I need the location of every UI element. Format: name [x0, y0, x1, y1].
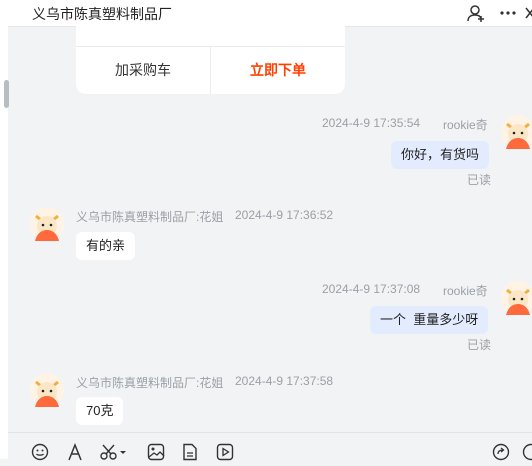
input-toolbar [8, 432, 532, 460]
share-icon[interactable] [492, 443, 510, 461]
add-to-cart-button[interactable]: 加采购车 [76, 47, 211, 94]
seller-avatar[interactable] [30, 207, 64, 241]
emoji-icon[interactable] [31, 443, 49, 461]
user-avatar[interactable] [501, 115, 532, 149]
message-sender: 义乌市陈真塑料制品厂:花姐 [76, 374, 223, 391]
product-card: 加采购车 立即下单 [76, 26, 345, 94]
message-sender: rookie奇 [443, 282, 488, 299]
buy-now-button[interactable]: 立即下单 [211, 47, 345, 94]
video-icon[interactable] [216, 443, 234, 461]
message-time: 2024-4-9 17:35:54 [322, 116, 420, 130]
file-icon[interactable] [181, 443, 199, 461]
message-time: 2024-4-9 17:37:58 [235, 374, 333, 388]
add-contact-icon[interactable] [466, 3, 486, 23]
left-strip [0, 0, 8, 459]
extra-icon[interactable] [522, 443, 532, 461]
message-sender: rookie奇 [443, 116, 488, 133]
read-status: 已读 [467, 336, 491, 353]
more-icon[interactable] [498, 3, 518, 23]
scissors-icon[interactable] [100, 443, 128, 461]
seller-avatar[interactable] [30, 373, 64, 407]
message-bubble: 一个 重量多少呀 [370, 306, 488, 334]
message-sender: 义乌市陈真塑料制品厂:花姐 [76, 208, 223, 225]
message-time: 2024-4-9 17:37:08 [322, 282, 420, 296]
shop-title: 义乌市陈真塑料制品厂 [32, 4, 172, 24]
message-bubble: 你好，有货吗 [391, 141, 489, 169]
message-bubble: 有的亲 [76, 232, 135, 260]
chat-header: 义乌市陈真塑料制品厂 [8, 0, 532, 27]
image-icon[interactable] [147, 443, 165, 461]
user-avatar[interactable] [501, 281, 532, 315]
read-status: 已读 [467, 171, 491, 188]
scrollbar-thumb[interactable] [4, 80, 9, 108]
font-icon[interactable] [66, 443, 84, 461]
side-icon[interactable] [520, 3, 532, 23]
message-time: 2024-4-9 17:36:52 [235, 208, 333, 222]
message-bubble: 70克 [76, 397, 123, 425]
